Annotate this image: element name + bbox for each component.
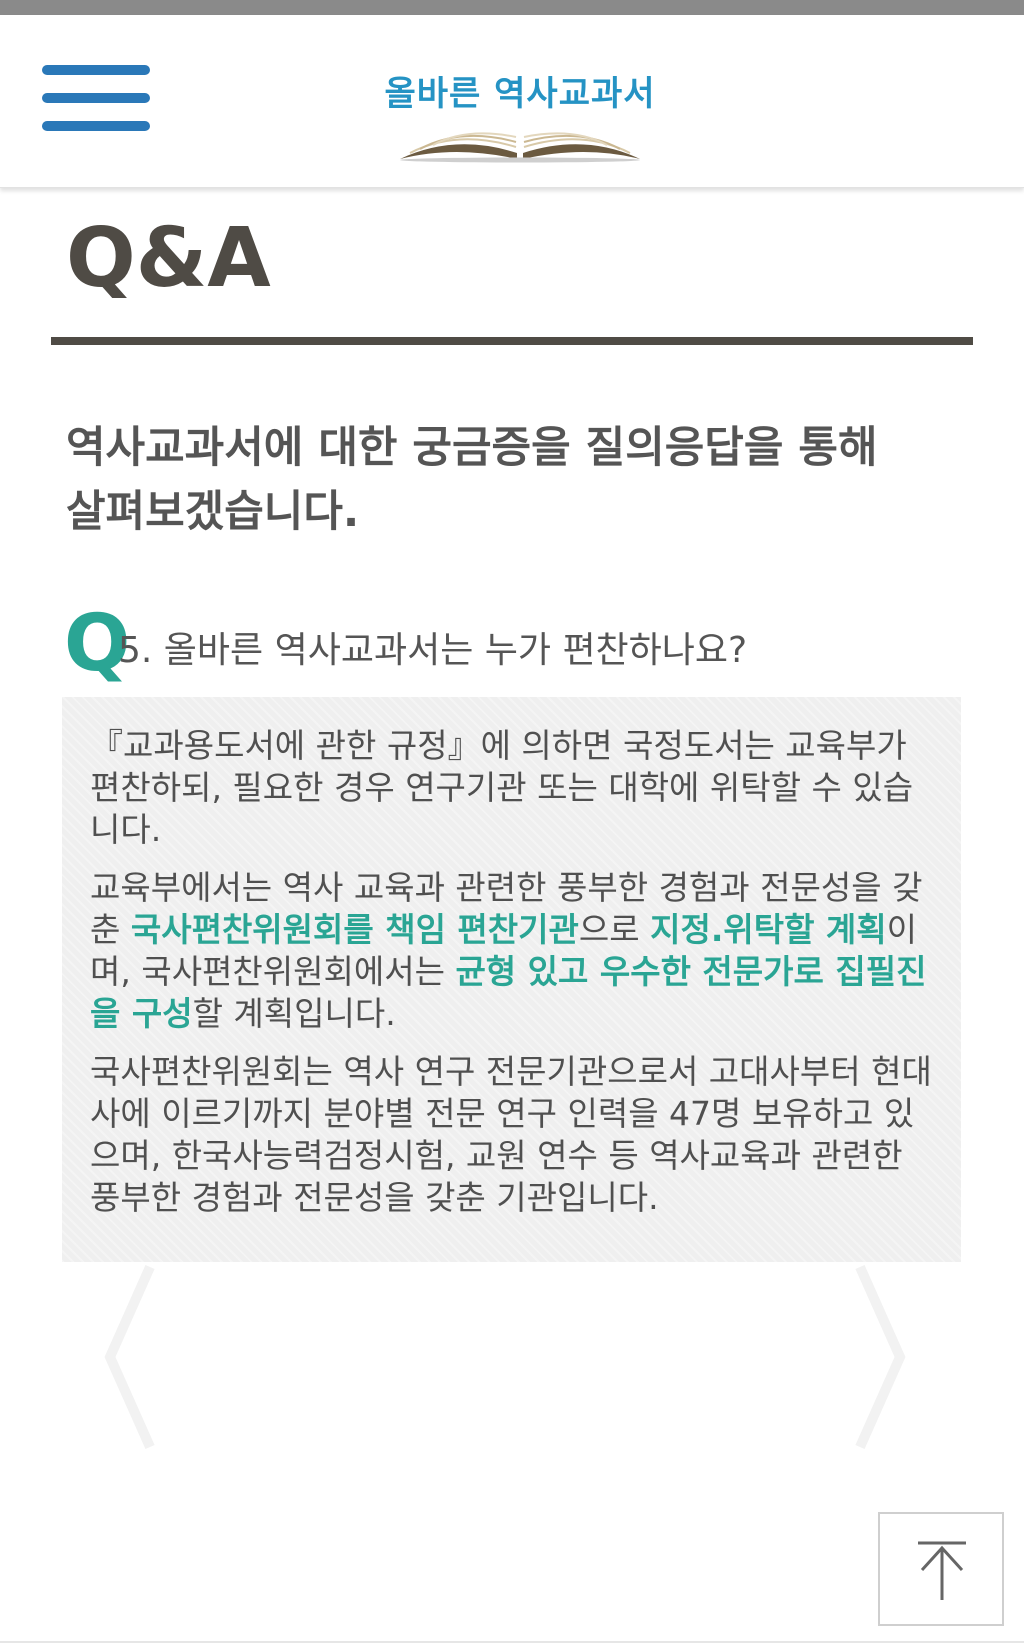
faint-chevron-left-icon [104, 1264, 155, 1450]
faint-chevron-right-icon [855, 1264, 906, 1450]
title-divider [51, 337, 973, 345]
intro-line-2: 살펴보겠습니다. [66, 487, 360, 537]
page-title: Q&A [66, 211, 271, 306]
answer-highlight: 국사편찬위원회를 책임 편찬기관 [130, 910, 579, 949]
site-logo[interactable]: 올바른 역사교과서 [380, 55, 660, 175]
logo-text: 올바른 역사교과서 [384, 74, 656, 114]
answer-paragraph-1: 『교과용도서에 관한 규정』에 의하면 국정도서는 교육부가 편찬하되, 필요한… [90, 726, 914, 849]
answer-highlight: 지정.위탁할 계획 [650, 910, 887, 949]
bottom-divider [0, 1641, 1024, 1643]
answer-box: 『교과용도서에 관한 규정』에 의하면 국정도서는 교육부가 편찬하되, 필요한… [62, 697, 961, 1262]
question-heading: Q 5. 올바른 역사교과서는 누가 편찬하나요? [64, 605, 964, 685]
answer-text-segment: 으로 [578, 910, 651, 949]
site-header: 올바른 역사교과서 [0, 15, 1024, 188]
arrow-up-to-top-icon [918, 1541, 966, 1600]
open-book-icon [400, 132, 640, 163]
scroll-to-top-button[interactable] [878, 1512, 1004, 1626]
question-text: 5. 올바른 역사교과서는 누가 편찬하나요? [118, 630, 748, 671]
intro-line-1: 역사교과서에 대한 궁금증을 질의응답을 통해 [66, 423, 878, 473]
answer-paragraph-2: 교육부에서는 역사 교육과 관련한 풍부한 경험과 전문성을 갖춘 국사편찬위원… [90, 867, 933, 1035]
menu-button[interactable] [38, 61, 154, 137]
answer-text-segment: 할 계획입니다. [192, 994, 396, 1033]
answer-paragraph-3: 국사편찬위원회는 역사 연구 전문기관으로서 고대사부터 현대사에 이르기까지 … [90, 1052, 932, 1217]
status-bar [0, 0, 1024, 15]
intro-text: 역사교과서에 대한 궁금증을 질의응답을 통해 살펴보겠습니다. [66, 416, 966, 544]
